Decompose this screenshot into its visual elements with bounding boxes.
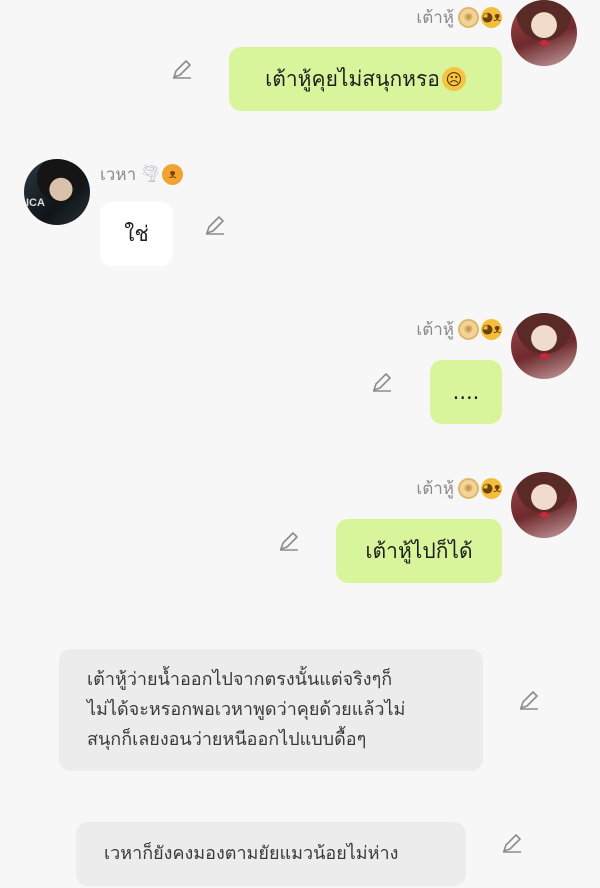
avatar-overlay-text: ICA [26,197,45,209]
narration-line: ไม่ได้จะหรอกพอเวหาพูดว่าคุยด้วยแล้วไม่ [87,699,406,720]
avatar[interactable]: ICA [24,159,90,225]
message-text: .... [452,380,480,404]
message-group: เต้าหู้ ✺ ◕ᴥ เต้าหู้ไปก็ได้ [0,471,600,591]
pencil-icon[interactable] [500,831,524,855]
cookie-emoji: ✺ [458,7,479,28]
sender-name: เต้าหู้ ✺ ◕ᴥ [416,475,502,502]
avatar[interactable] [511,472,577,538]
cookie-emoji: ✺ [458,319,479,340]
message-bubble[interactable]: .... [430,360,502,424]
cookie-emoji: ✺ [458,478,479,499]
sender-name-text: เต้าหู้ [416,479,454,499]
cat-face-emoji: ◕ᴥ [481,7,502,28]
pencil-icon[interactable] [170,57,194,81]
narration-line: เต้าหู้ว่ายน้ำออกไปจากตรงนั้นแต่จริงๆก็ [87,669,393,690]
avatar-lips [540,40,549,46]
cat-face-emoji: ◕ᴥ [481,478,502,499]
cat-face-emoji: ◕ᴥ [481,319,502,340]
message-text: เต้าหู้คุยไม่สนุกหรอ [265,66,440,91]
sender-name-text: เต้าหู้ [416,8,454,28]
sender-name: เต้าหู้ ✺ ◕ᴥ [416,4,502,31]
sender-name: เวหา 🌪 ᴥ [100,161,184,188]
sender-name: เต้าหู้ ✺ ◕ᴥ [416,316,502,343]
slightly-frowning-face-emoji: ☹ [441,67,466,91]
pencil-icon[interactable] [517,688,541,712]
avatar-lips [540,512,549,518]
lion-face-emoji: ᴥ [162,164,184,185]
avatar[interactable] [511,0,577,66]
narration-line: เวหาก็ยังคงมองตามยัยแมวน้อยไม่ห่าง [104,843,399,864]
narration-bubble[interactable]: เต้าหู้ว่ายน้ำออกไปจากตรงนั้นแต่จริงๆก็ … [59,649,483,771]
message-text: เต้าหู้ไปก็ได้ [365,538,473,563]
message-bubble[interactable]: เต้าหู้ไปก็ได้ [336,519,502,583]
narration-line: สนุกก็เลยงอนว่ายหนีออกไปแบบดื้อๆ [87,729,367,750]
message-group: ICA เวหา 🌪 ᴥ ใช่ [0,150,600,270]
pencil-icon[interactable] [277,529,301,553]
narration-bubble[interactable]: เวหาก็ยังคงมองตามยัยแมวน้อยไม่ห่าง [76,822,466,886]
message-bubble[interactable]: ใช่ [100,202,173,266]
sender-name-text: เต้าหู้ [416,320,454,340]
message-group: เต้าหู้ ✺ ◕ᴥ .... [0,312,600,432]
pencil-icon[interactable] [370,370,394,394]
message-text: ใช่ [124,221,149,246]
message-bubble[interactable]: เต้าหู้คุยไม่สนุกหรอ ☹ [229,47,502,111]
sender-name-text: เวหา [100,165,137,185]
tornado-emoji: 🌪 [139,164,161,184]
pencil-icon[interactable] [203,213,227,237]
avatar[interactable] [511,313,577,379]
avatar-lips [540,353,549,359]
message-group: เต้าหู้ ✺ ◕ᴥ เต้าหู้คุยไม่สนุกหรอ ☹ [0,0,600,120]
